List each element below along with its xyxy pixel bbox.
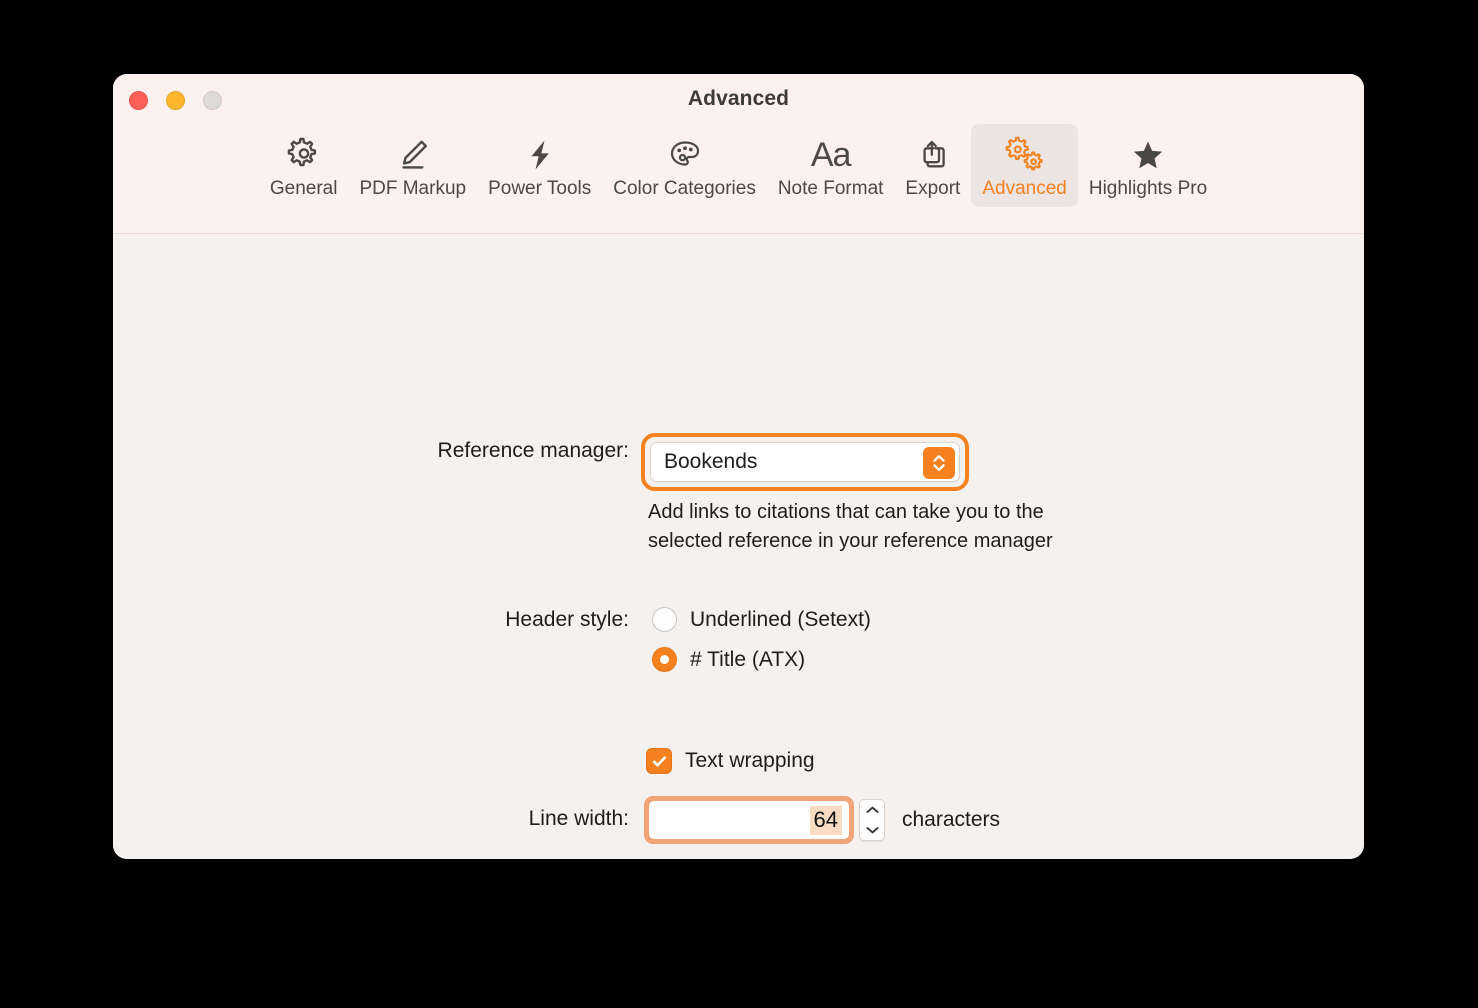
reference-manager-dropdown[interactable]: Bookends	[650, 442, 960, 482]
minimize-button[interactable]	[166, 91, 185, 110]
tab-power-tools[interactable]: Power Tools	[477, 124, 602, 207]
double-gears-icon	[1003, 133, 1047, 177]
star-icon	[1128, 133, 1168, 177]
reference-manager-label-row: Reference manager:	[113, 439, 629, 463]
aa-text-icon: Aa	[810, 136, 852, 174]
radio-label: Underlined (Setext)	[690, 607, 871, 631]
desktop-background: Advanced General PDF Markup Power Tools …	[0, 0, 1478, 1008]
header-style-label-row: Header style:	[113, 608, 629, 632]
tab-label: PDF Markup	[359, 178, 467, 199]
tab-label: Highlights Pro	[1088, 178, 1208, 199]
tab-label: Power Tools	[488, 178, 592, 199]
line-width-value: 64	[809, 805, 842, 835]
radio-indicator[interactable]	[652, 647, 677, 672]
traffic-light-group	[129, 91, 222, 110]
tab-label: Note Format	[777, 178, 884, 199]
line-width-stepper[interactable]	[859, 799, 885, 841]
reference-manager-label: Reference manager:	[437, 439, 629, 462]
tab-advanced[interactable]: Advanced	[971, 124, 1078, 207]
tab-pdf-markup[interactable]: PDF Markup	[348, 124, 477, 207]
help-text-line-2: selected reference in your reference man…	[648, 530, 1053, 552]
header-style-option-setext[interactable]: Underlined (Setext)	[652, 607, 871, 632]
preferences-window: Advanced General PDF Markup Power Tools …	[113, 74, 1364, 859]
line-width-input[interactable]: 64	[649, 801, 849, 839]
tab-export[interactable]: Export	[894, 124, 971, 207]
line-width-focus-ring: 64	[644, 796, 854, 844]
reference-manager-value: Bookends	[664, 450, 758, 473]
tab-label: Export	[905, 178, 961, 199]
help-text-line-1: Add links to citations that can take you…	[648, 501, 1044, 523]
reference-manager-focus-ring: Bookends	[641, 433, 969, 491]
preferences-toolbar: General PDF Markup Power Tools Color Cat…	[113, 124, 1364, 234]
window-titlebar[interactable]: Advanced	[113, 74, 1364, 124]
chevron-up-down-icon	[923, 447, 955, 479]
radio-indicator[interactable]	[652, 607, 677, 632]
stepper-up-icon[interactable]	[865, 805, 880, 815]
radio-label: # Title (ATX)	[690, 647, 806, 671]
tab-label: General	[269, 178, 338, 199]
window-title: Advanced	[687, 87, 790, 110]
tab-color-categories[interactable]: Color Categories	[602, 124, 767, 207]
header-style-option-atx[interactable]: # Title (ATX)	[652, 647, 805, 672]
close-button[interactable]	[129, 91, 148, 110]
stepper-down-icon[interactable]	[865, 825, 880, 835]
line-width-unit: characters	[902, 808, 1001, 831]
line-width-label-row: Line width:	[113, 807, 629, 831]
checkbox-indicator[interactable]	[646, 748, 672, 774]
advanced-settings-pane: Reference manager: Bookends Add links to…	[113, 234, 1364, 859]
tab-label: Advanced	[982, 178, 1067, 199]
color-palette-icon	[665, 133, 705, 177]
lightning-bolt-icon	[520, 133, 560, 177]
line-width-control-row: 64 characters	[644, 796, 1000, 844]
gear-icon	[284, 133, 324, 177]
line-width-label: Line width:	[528, 807, 629, 830]
text-wrapping-checkbox-row[interactable]: Text wrapping	[646, 748, 815, 774]
tab-highlights-pro[interactable]: Highlights Pro	[1078, 124, 1218, 207]
tab-note-format[interactable]: Aa Note Format	[767, 124, 895, 207]
tab-general[interactable]: General	[259, 124, 349, 207]
tab-label: Color Categories	[613, 178, 756, 199]
reference-manager-help-text: Add links to citations that can take you…	[648, 498, 1208, 556]
zoom-button	[203, 91, 222, 110]
text-wrapping-label: Text wrapping	[685, 749, 815, 772]
share-export-icon	[913, 133, 953, 177]
pencil-highlighter-icon	[393, 133, 433, 177]
header-style-label: Header style:	[505, 608, 629, 631]
